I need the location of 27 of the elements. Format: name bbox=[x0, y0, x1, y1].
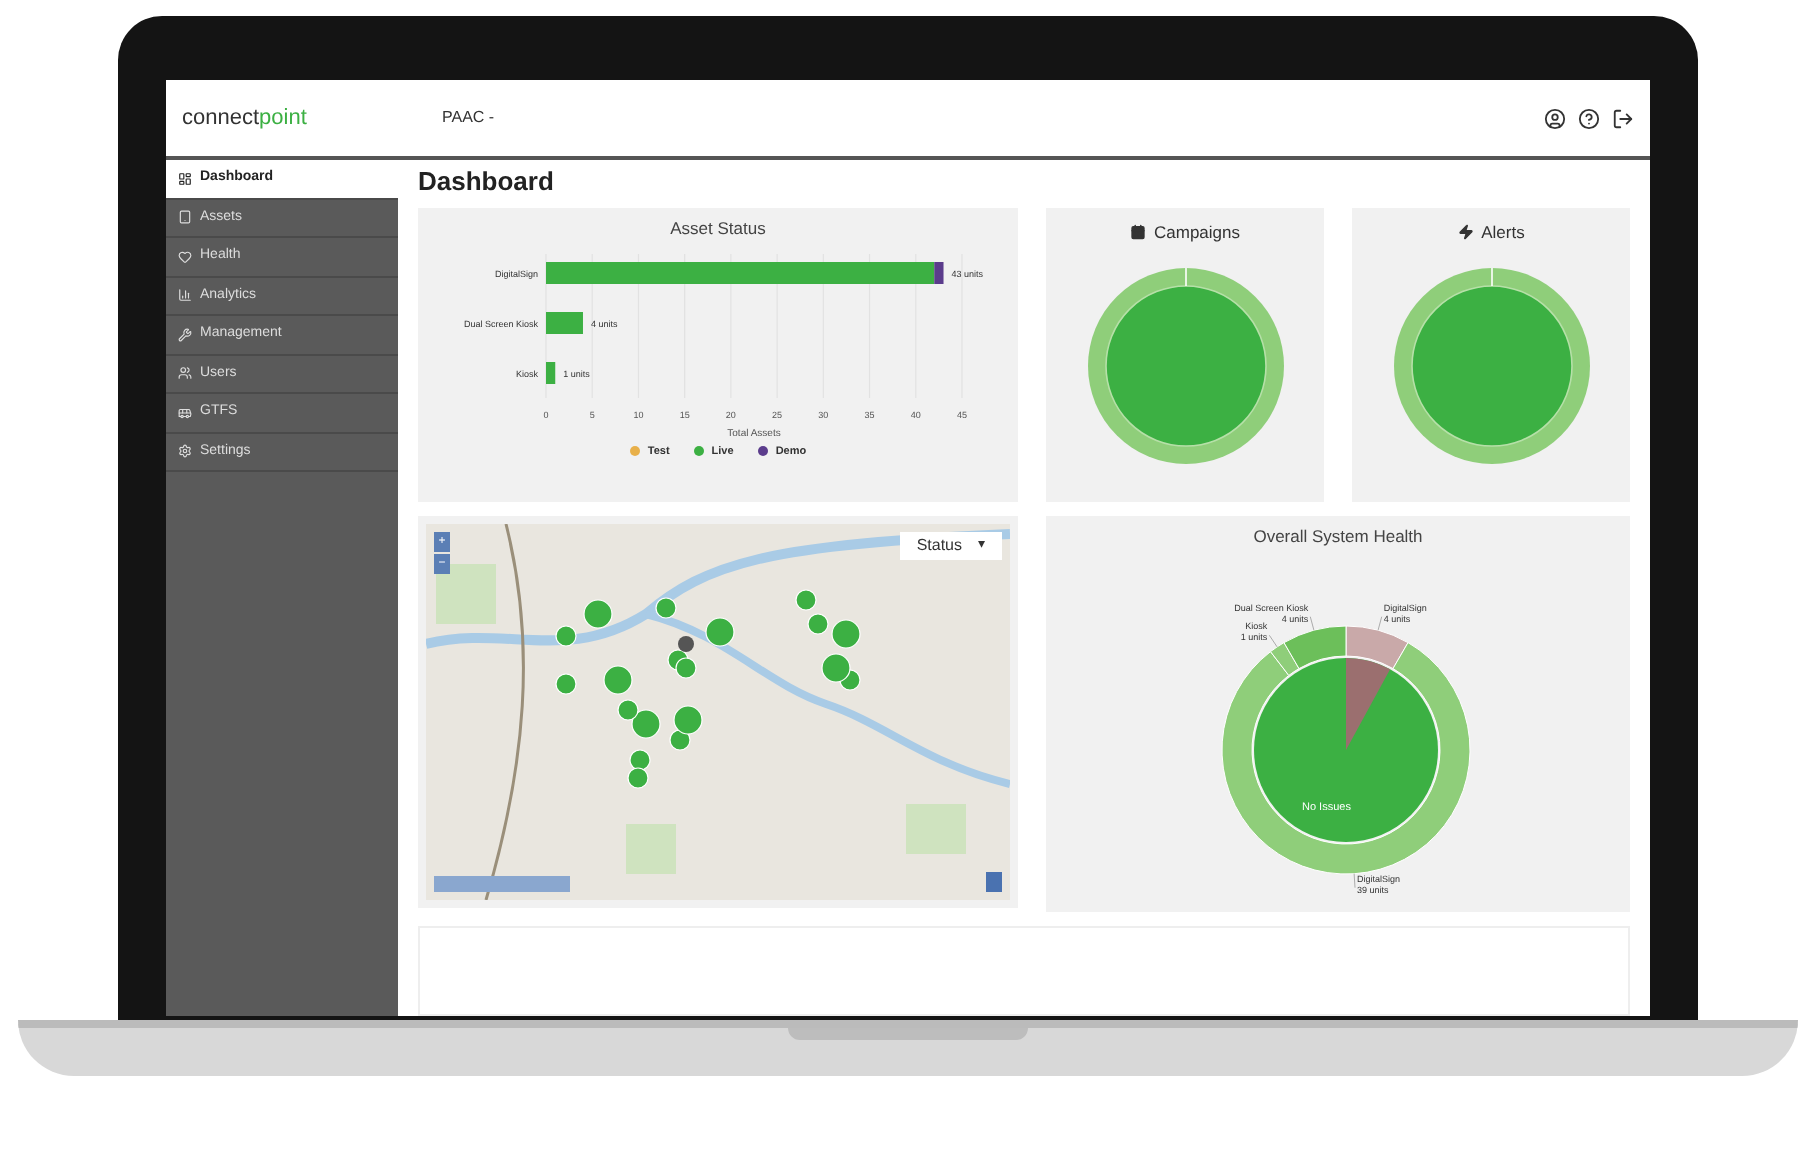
leader-line bbox=[1268, 634, 1278, 647]
panel-title: Alerts bbox=[1481, 220, 1525, 246]
leader-line bbox=[1309, 615, 1315, 631]
page-title: Dashboard bbox=[418, 168, 556, 194]
sign-out-icon[interactable] bbox=[1612, 107, 1634, 129]
chart-title: Overall System Health bbox=[1253, 524, 1423, 550]
bar bbox=[546, 311, 583, 334]
bus-icon bbox=[178, 405, 192, 420]
users-icon bbox=[178, 366, 192, 381]
chart-title: Asset Status bbox=[670, 216, 766, 242]
lightning-icon bbox=[1457, 224, 1474, 241]
tablet-icon bbox=[178, 210, 192, 225]
wrench-icon bbox=[178, 327, 192, 342]
bar-chart-icon bbox=[178, 288, 192, 303]
scale-bar bbox=[434, 876, 570, 892]
leader-line bbox=[1377, 615, 1383, 631]
bar bbox=[546, 361, 556, 384]
help-icon[interactable] bbox=[1578, 107, 1600, 129]
logo: connectpoint bbox=[182, 103, 309, 134]
dashboard-icon bbox=[178, 171, 192, 186]
calendar-icon bbox=[1130, 224, 1146, 241]
leader-line bbox=[1353, 872, 1356, 888]
user-icon[interactable] bbox=[1544, 107, 1566, 129]
panel-title: Campaigns bbox=[1154, 220, 1240, 246]
settings-icon bbox=[178, 444, 192, 459]
heart-icon bbox=[178, 249, 192, 264]
org-dropdown[interactable]: PAAC - bbox=[442, 106, 495, 130]
